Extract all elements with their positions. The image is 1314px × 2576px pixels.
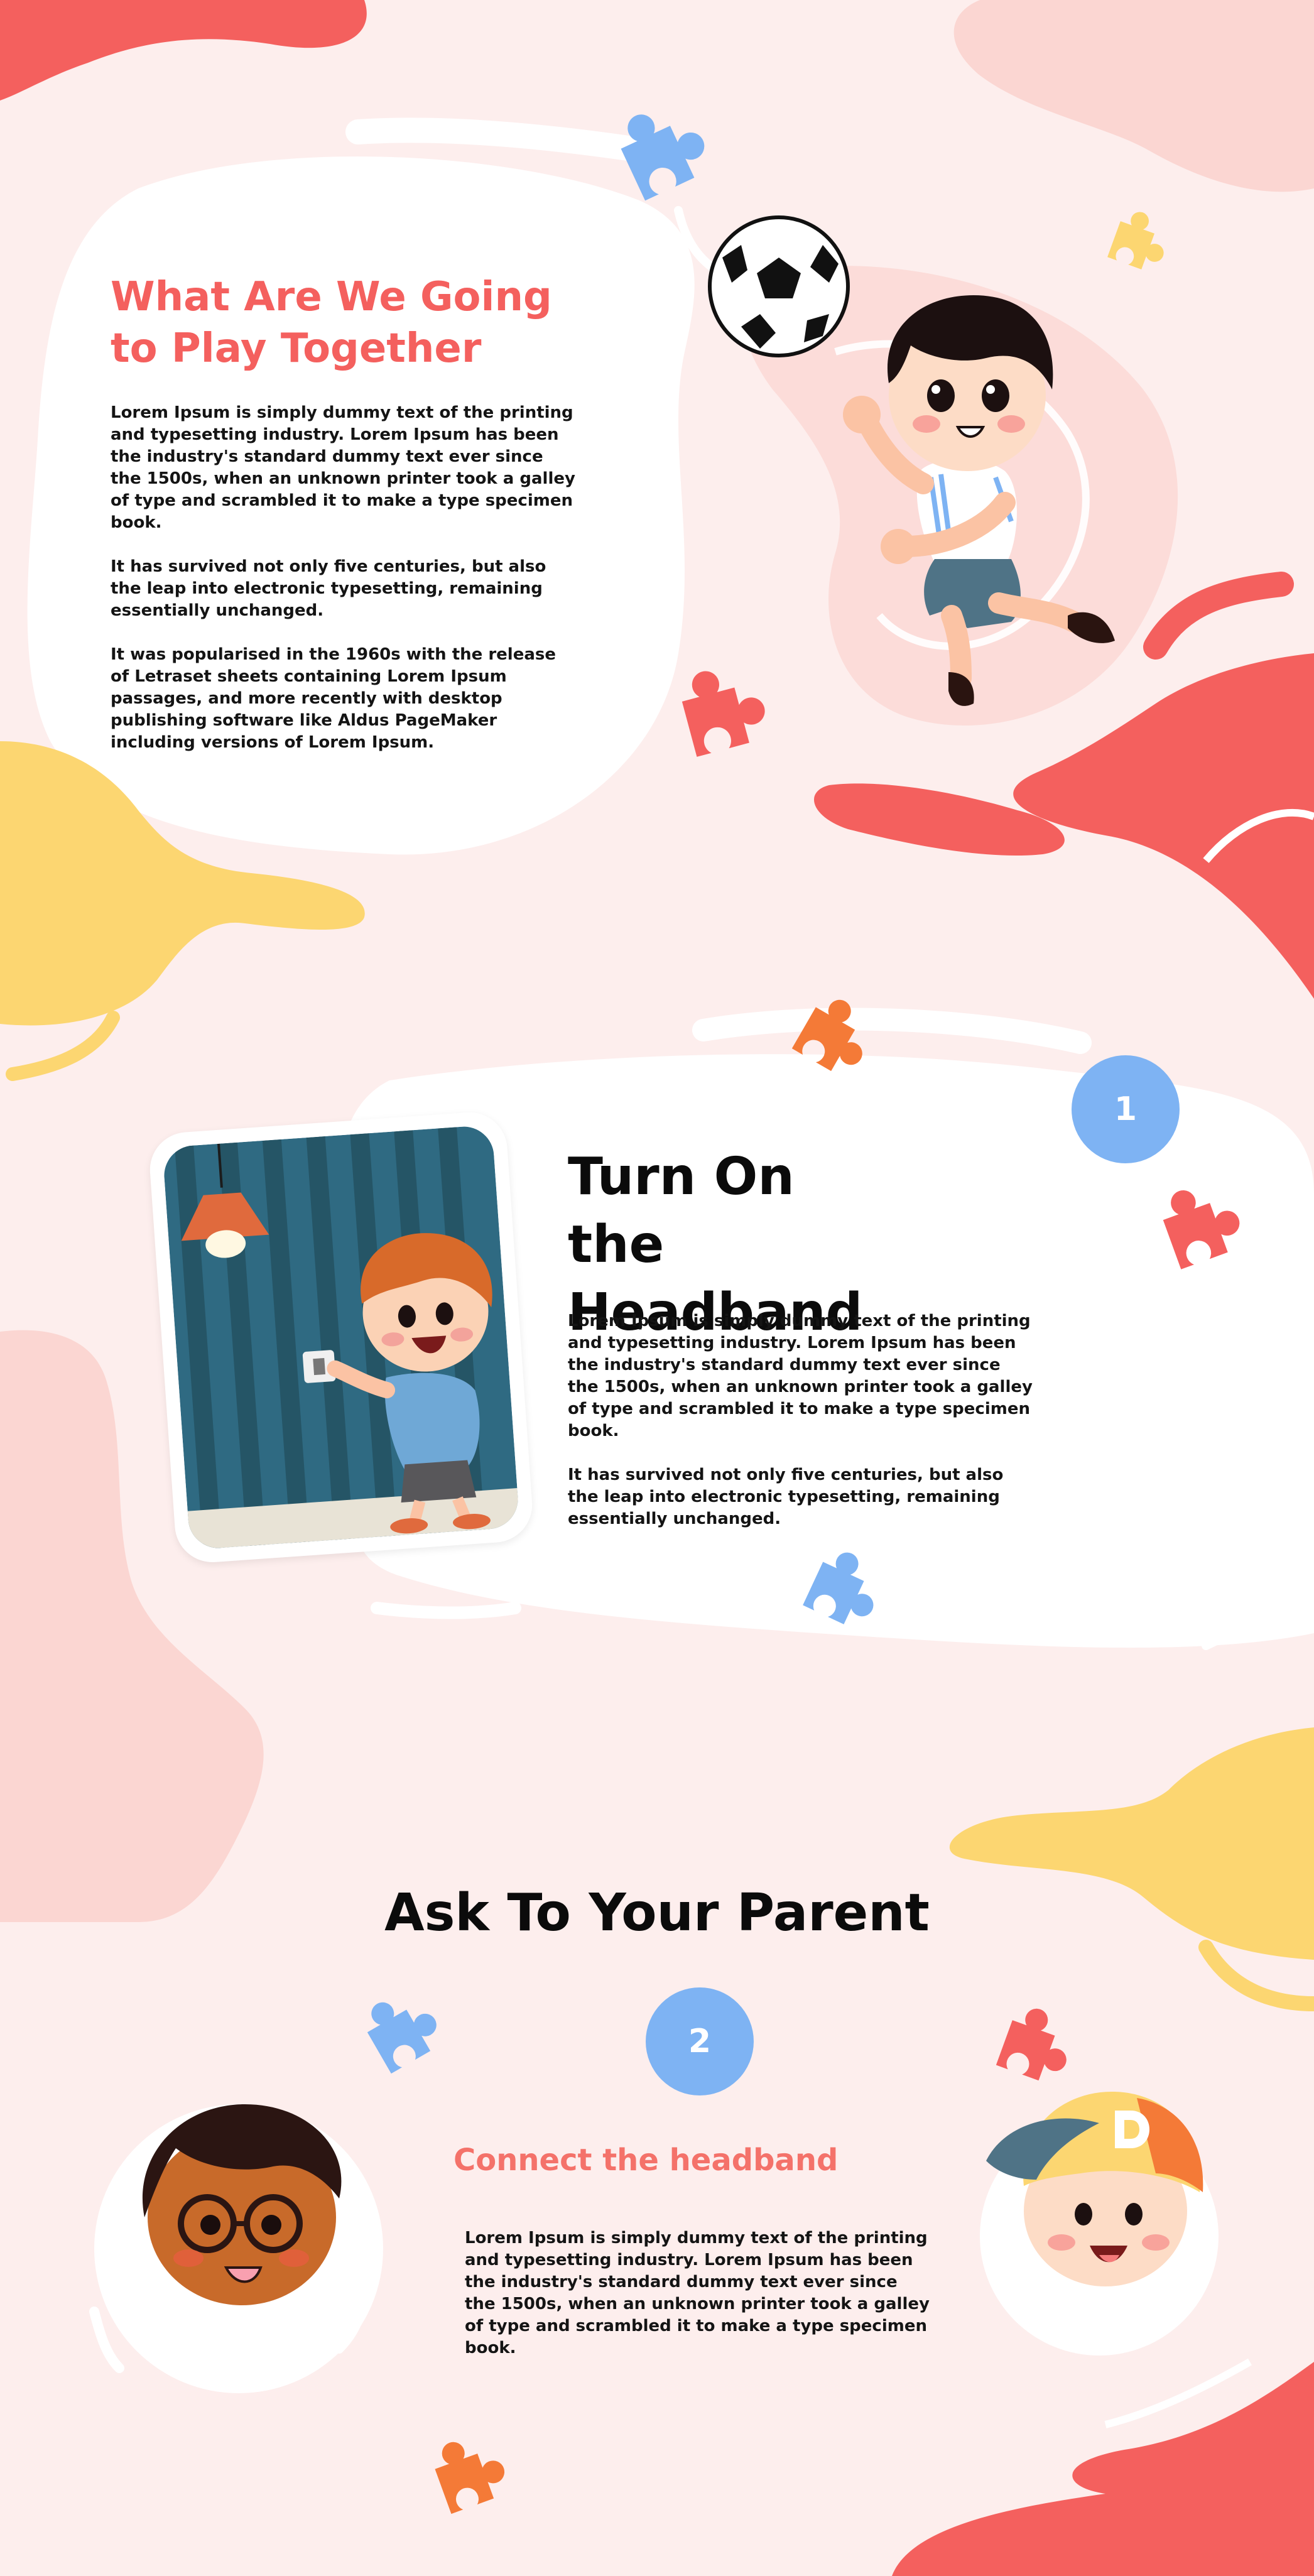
- photo-frame: [147, 1109, 535, 1565]
- section1-title: What Are We Going to Play Together: [111, 274, 552, 372]
- puzzle-piece-icon: [996, 2001, 1080, 2087]
- section1-paragraph: Lorem Ipsum is simply dummy text of the …: [111, 403, 575, 532]
- section2-body: Lorem Ipsum is simply dummy text of the …: [568, 1310, 1033, 1552]
- puzzle-piece-icon: [428, 2428, 513, 2514]
- section3-subtitle: Connect the headband: [453, 2143, 839, 2178]
- section2-paragraph: It has survived not only five centuries,…: [568, 1465, 1004, 1528]
- step-number-badge: 2: [646, 1987, 754, 2095]
- soccer-ball-icon: [708, 215, 850, 357]
- boy-with-cap-avatar: [986, 2092, 1203, 2286]
- boy-turning-on-light-switch-illustration: [162, 1124, 520, 1550]
- puzzle-piece-icon: [611, 94, 716, 201]
- section3-body: Lorem Ipsum is simply dummy text of the …: [465, 2227, 930, 2381]
- paint-blob: [953, 0, 1314, 192]
- section3-paragraph: Lorem Ipsum is simply dummy text of the …: [465, 2229, 930, 2357]
- paint-blob: [892, 2362, 1314, 2576]
- boy-with-glasses-avatar: [142, 2104, 342, 2305]
- section1-paragraph: It was popularised in the 1960s with the…: [111, 645, 556, 752]
- paint-blob: [0, 0, 367, 101]
- step-number-badge: 1: [1072, 1055, 1180, 1163]
- section3-title: Ask To Your Parent: [384, 1883, 930, 1943]
- section1-paragraph: It has survived not only five centuries,…: [111, 557, 546, 620]
- puzzle-piece-icon: [357, 1982, 448, 2074]
- section2-paragraph: Lorem Ipsum is simply dummy text of the …: [568, 1312, 1033, 1440]
- boy-kicking-soccer-ball-illustration: [708, 215, 1115, 706]
- section1-body: Lorem Ipsum is simply dummy text of the …: [111, 402, 575, 776]
